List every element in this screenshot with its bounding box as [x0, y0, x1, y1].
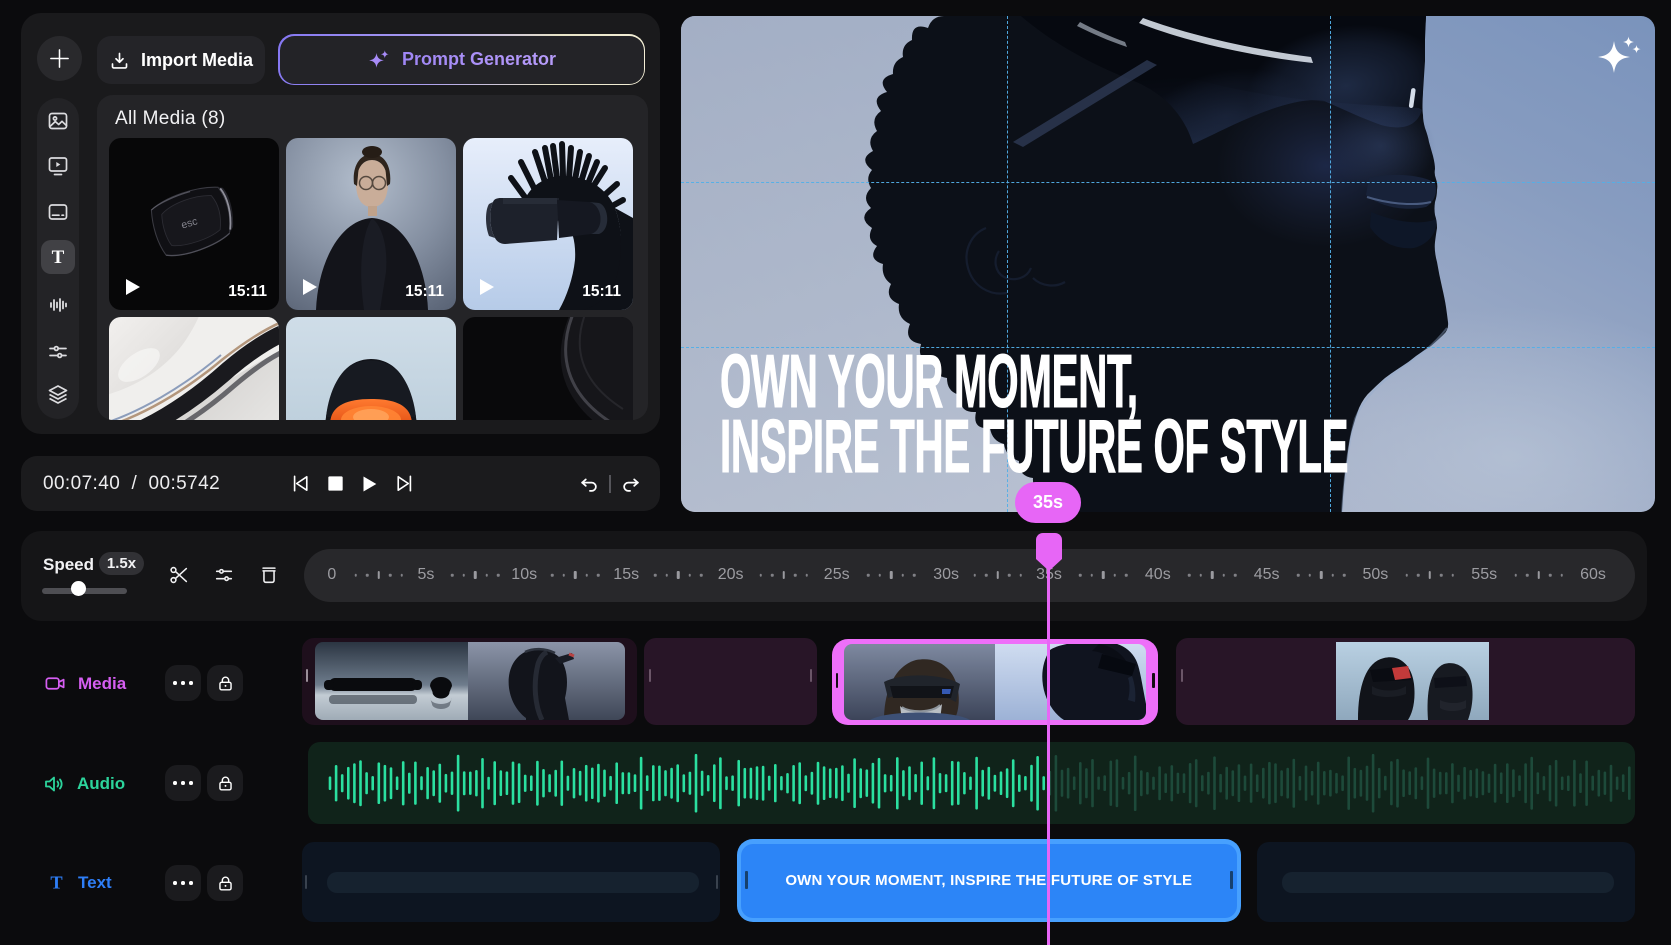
- svg-text:T: T: [50, 873, 62, 893]
- svg-text:T: T: [52, 247, 65, 268]
